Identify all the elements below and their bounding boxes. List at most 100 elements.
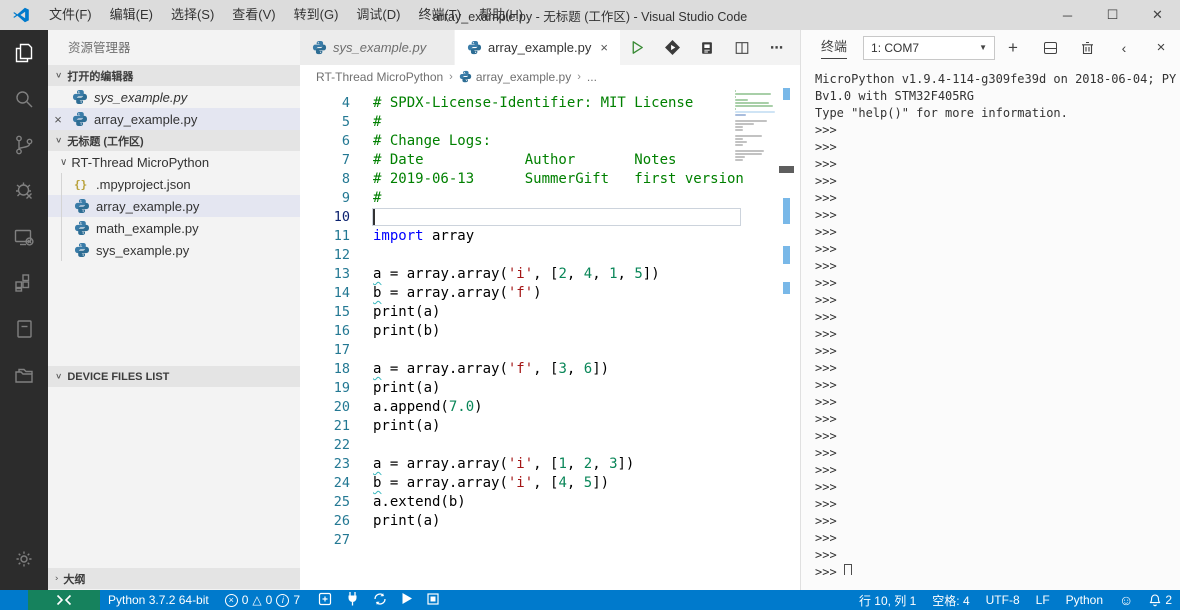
add-project-icon[interactable] (318, 592, 332, 609)
menu-item-1[interactable]: 编辑(E) (101, 0, 162, 30)
code-line-27[interactable]: 27 (300, 531, 800, 550)
explorer-icon[interactable] (0, 30, 48, 76)
code-line-18[interactable]: 18 a = array.array('f', [3, 6]) (300, 360, 800, 379)
python-icon (72, 111, 88, 127)
notebook-icon[interactable] (0, 306, 48, 352)
code-line-4[interactable]: 4 # SPDX-License-Identifier: MIT License (300, 94, 800, 113)
code-line-12[interactable]: 12 (300, 246, 800, 265)
outline-header[interactable]: › 大纲 (48, 568, 300, 589)
run-icon[interactable] (401, 592, 413, 608)
open-editor-array_example.py[interactable]: × array_example.py (48, 108, 300, 130)
terminal-tab[interactable]: 终端 (821, 36, 848, 59)
code-line-10[interactable]: 10 (300, 208, 800, 227)
terminal-prompt-active[interactable]: >>> (815, 564, 1180, 575)
cursor-position[interactable]: 行 10, 列 1 (851, 590, 924, 610)
folders-icon[interactable] (0, 352, 48, 398)
menu-item-6[interactable]: 终端(T) (409, 0, 470, 30)
close-icon[interactable]: × (50, 112, 66, 127)
code-line-11[interactable]: 11 import array (300, 227, 800, 246)
close-icon[interactable]: × (592, 40, 608, 55)
code-line-21[interactable]: 21 print(a) (300, 417, 800, 436)
stop-icon[interactable] (427, 592, 439, 608)
minimize-button[interactable]: ─ (1045, 0, 1090, 30)
kill-terminal-icon[interactable] (1078, 39, 1096, 57)
debug-icon[interactable] (0, 168, 48, 214)
eol[interactable]: LF (1028, 590, 1058, 610)
language-mode[interactable]: Python (1058, 590, 1111, 610)
new-terminal-icon[interactable]: + (1004, 38, 1022, 57)
tree-item-sys_example.py[interactable]: sys_example.py (48, 239, 300, 261)
extensions-icon[interactable] (0, 260, 48, 306)
code-line-9[interactable]: 9 # (300, 189, 800, 208)
terminal-output[interactable]: MicroPython v1.9.4-114-g309fe39d on 2018… (801, 65, 1180, 575)
menu-item-7[interactable]: 帮助(H) (470, 0, 532, 30)
folder-rt-thread-micropython[interactable]: ∨ RT-Thread MicroPython (48, 151, 300, 173)
code-line-8[interactable]: 8 # 2019-06-13 SummerGift first version (300, 170, 800, 189)
memory-chip-icon[interactable] (698, 39, 716, 57)
split-terminal-icon[interactable] (1041, 39, 1059, 57)
open-editors-header[interactable]: ∨ 打开的编辑器 (48, 65, 300, 86)
code-line-20[interactable]: 20 a.append(7.0) (300, 398, 800, 417)
menu-item-4[interactable]: 转到(G) (285, 0, 348, 30)
terminal-select[interactable]: 1: COM7 ▼ (863, 35, 996, 60)
maximize-button[interactable]: ☐ (1090, 0, 1135, 30)
menu-item-2[interactable]: 选择(S) (162, 0, 223, 30)
search-icon[interactable] (0, 76, 48, 122)
remote-indicator[interactable] (28, 590, 100, 610)
collapse-panel-icon[interactable]: ‹ (1115, 39, 1133, 57)
code-line-15[interactable]: 15 print(a) (300, 303, 800, 322)
sync-icon[interactable] (373, 592, 387, 609)
problems-indicator[interactable]: × 0 △ 0 i 7 (217, 590, 308, 610)
tree-item-math_example.py[interactable]: math_example.py (48, 217, 300, 239)
breadcrumb-item[interactable]: array_example.py (476, 70, 571, 84)
code-line-5[interactable]: 5 # (300, 113, 800, 132)
tab-array_example.py[interactable]: array_example.py × (455, 30, 620, 65)
tab-sys_example.py[interactable]: sys_example.py (300, 30, 455, 65)
menu-item-5[interactable]: 调试(D) (347, 0, 409, 30)
close-button[interactable]: ✕ (1135, 0, 1180, 30)
indentation[interactable]: 空格: 4 (924, 590, 977, 610)
code-line-23[interactable]: 23 a = array.array('i', [1, 2, 3]) (300, 455, 800, 474)
terminal-prompt: >>> (815, 276, 837, 290)
menu-item-3[interactable]: 查看(V) (223, 0, 284, 30)
code-line-6[interactable]: 6 # Change Logs: (300, 132, 800, 151)
code-line-16[interactable]: 16 print(b) (300, 322, 800, 341)
rtthread-run-icon[interactable] (663, 39, 681, 57)
code-line-14[interactable]: 14 b = array.array('f') (300, 284, 800, 303)
python-icon (72, 89, 88, 105)
source-control-icon[interactable] (0, 122, 48, 168)
code-line-19[interactable]: 19 print(a) (300, 379, 800, 398)
code-line-22[interactable]: 22 (300, 436, 800, 455)
code-line-25[interactable]: 25 a.extend(b) (300, 493, 800, 512)
breadcrumb-item[interactable]: RT-Thread MicroPython (316, 70, 443, 84)
code-line-17[interactable]: 17 (300, 341, 800, 360)
notifications-bell[interactable]: 2 (1141, 590, 1180, 610)
code-editor[interactable]: 3#4# SPDX-License-Identifier: MIT Licens… (300, 88, 800, 590)
more-actions-icon[interactable]: ⋯ (768, 39, 786, 57)
overview-ruler[interactable] (779, 88, 794, 590)
gear-icon[interactable] (0, 536, 48, 582)
remote-device-icon[interactable] (0, 214, 48, 260)
code-line-24[interactable]: 24 b = array.array('i', [4, 5]) (300, 474, 800, 493)
plug-icon[interactable] (346, 591, 359, 609)
scrollbar-thumb[interactable] (779, 166, 794, 173)
code-line-26[interactable]: 26 print(a) (300, 512, 800, 531)
feedback-smiley-icon[interactable]: ☺ (1111, 590, 1141, 610)
menu-item-0[interactable]: 文件(F) (40, 0, 101, 30)
breadcrumb-item[interactable]: ... (587, 70, 597, 84)
tree-item-array_example.py[interactable]: array_example.py (48, 195, 300, 217)
encoding[interactable]: UTF-8 (978, 590, 1028, 610)
code-line-13[interactable]: 13 a = array.array('i', [2, 4, 1, 5]) (300, 265, 800, 284)
python-interpreter[interactable]: Python 3.7.2 64-bit (100, 590, 217, 610)
tree-item-.mpyproject.json[interactable]: {} .mpyproject.json (48, 173, 300, 195)
run-icon[interactable] (628, 39, 646, 57)
minimap-line (735, 120, 768, 122)
close-panel-icon[interactable]: × (1152, 39, 1170, 57)
split-editor-icon[interactable] (733, 39, 751, 57)
open-editor-sys_example.py[interactable]: sys_example.py (48, 86, 300, 108)
breadcrumb[interactable]: RT-Thread MicroPython › array_example.py ›.… (300, 65, 800, 88)
minimap[interactable] (735, 90, 775, 165)
code-line-7[interactable]: 7 # Date Author Notes (300, 151, 800, 170)
device-files-header[interactable]: ∨ DEVICE FILES LIST (48, 366, 300, 387)
workspace-header[interactable]: ∨ 无标题 (工作区) (48, 130, 300, 151)
